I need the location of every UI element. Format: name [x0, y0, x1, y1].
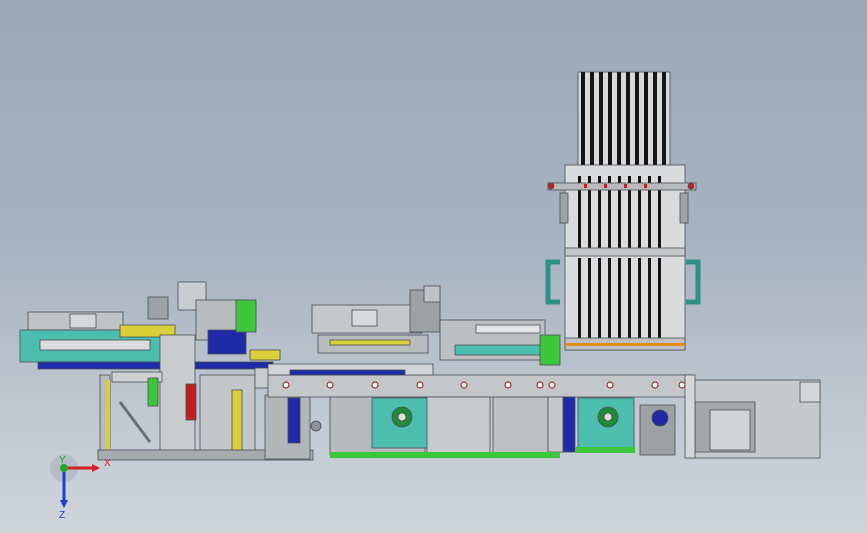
x-axis-label: X [104, 458, 111, 469]
conveyor-beam [267, 363, 694, 398]
x-arrow-head-icon [92, 464, 100, 472]
magazine-tower [545, 71, 701, 351]
z-arrow-head-icon [60, 500, 68, 508]
z-axis-label: Z [59, 510, 65, 520]
coordinate-triad: X Y Z [50, 454, 111, 520]
cad-viewport[interactable] [0, 0, 867, 533]
y-axis-label: Y [59, 455, 66, 466]
assembly-model[interactable] [19, 71, 821, 461]
outfeed-unit [684, 374, 821, 459]
